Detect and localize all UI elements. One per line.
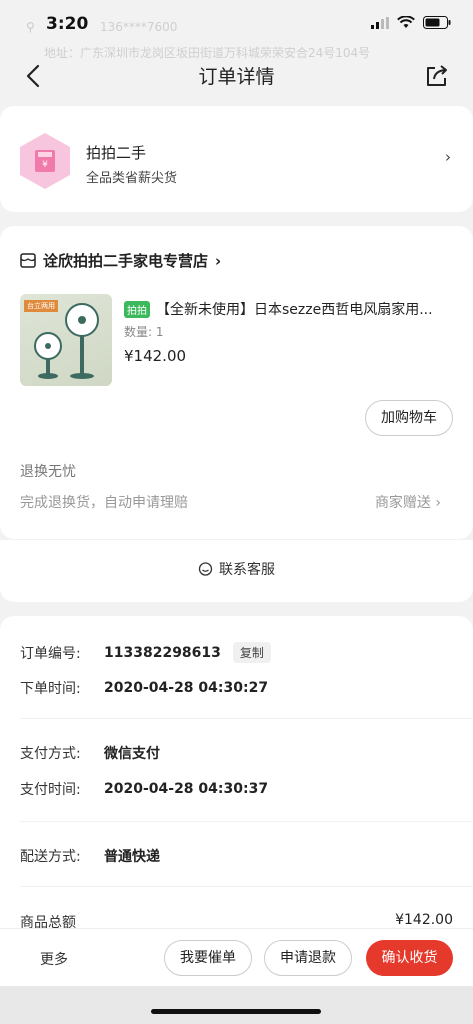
chat-icon: [198, 561, 213, 576]
paipai-logo-icon: ¥: [20, 133, 70, 189]
divider: [20, 718, 473, 719]
return-guarantee-desc: 完成退换货，自动申请理赔: [20, 495, 188, 511]
order-time-row: 下单时间: 2020-04-28 04:30:27: [20, 678, 268, 698]
order-info-card: 订单编号: 113382298613 复制 下单时间: 2020-04-28 0…: [0, 616, 473, 946]
order-number-label: 订单编号:: [20, 645, 81, 662]
pay-method-value: 微信支付: [104, 746, 160, 762]
bottom-action-bar: 更多 我要催单 申请退款 确认收货: [0, 928, 473, 986]
product-quantity: 数量: 1: [124, 325, 164, 339]
ghost-phone: 136****7600: [100, 20, 178, 34]
merchant-gift-link[interactable]: 商家赠送 ›: [375, 492, 441, 512]
shop-header[interactable]: 诠欣拍拍二手家电专营店 ›: [20, 250, 221, 271]
signal-icon: [371, 16, 389, 29]
delivery-row: 配送方式: 普通快递: [20, 846, 160, 866]
product-price: ¥142.00: [124, 347, 187, 365]
more-button[interactable]: 更多: [40, 949, 68, 969]
add-to-cart-button[interactable]: 加购物车: [365, 400, 453, 436]
order-number-row: 订单编号: 113382298613 复制: [20, 642, 271, 663]
promo-card[interactable]: ¥ 拍拍二手 全品类省薪尖货 ›: [0, 106, 473, 212]
order-number-value: 113382298613: [104, 644, 221, 661]
order-time-value: 2020-04-28 04:30:27: [104, 680, 269, 696]
status-icons: [371, 16, 451, 29]
home-bar: [0, 986, 473, 1024]
shop-card: 诠欣拍拍二手家电专营店 › 台立两用 拍拍 【全新未使用】日本sezze西哲电风…: [0, 226, 473, 539]
share-icon[interactable]: [423, 62, 451, 90]
product-image-label: 台立两用: [24, 300, 58, 312]
divider: [20, 886, 473, 887]
contact-service-label: 联系客服: [219, 562, 275, 578]
pay-method-row: 支付方式: 微信支付: [20, 743, 160, 763]
pay-time-label: 支付时间:: [20, 782, 81, 798]
refund-button[interactable]: 申请退款: [264, 940, 352, 976]
nav-bar: 地址：广东深圳市龙岗区坂田街道万科城荣荣安合24号104号 订单详情: [0, 46, 473, 102]
page-title: 订单详情: [198, 66, 275, 88]
promo-title: 拍拍二手: [86, 144, 147, 162]
home-indicator[interactable]: [151, 1009, 321, 1014]
product-title: 【全新未使用】日本sezze西哲电风扇家用...: [156, 302, 433, 318]
copy-button[interactable]: 复制: [232, 642, 271, 663]
contact-service-button[interactable]: 联系客服: [0, 559, 473, 579]
contact-service-row: 联系客服: [0, 540, 473, 602]
chevron-right-icon: ›: [445, 148, 451, 166]
product-title-row[interactable]: 拍拍 【全新未使用】日本sezze西哲电风扇家用...: [124, 299, 459, 319]
svg-text:¥: ¥: [42, 160, 48, 170]
status-time: 3:20: [46, 14, 89, 34]
delivery-value: 普通快递: [104, 849, 160, 865]
ghost-address: 地址：广东深圳市龙岗区坂田街道万科城荣荣安合24号104号: [44, 46, 371, 60]
location-icon: ⚲: [26, 20, 35, 34]
paipai-tag: 拍拍: [124, 300, 150, 318]
battery-icon: [423, 16, 451, 29]
chevron-right-icon: ›: [215, 251, 222, 270]
pay-time-row: 支付时间: 2020-04-28 04:30:37: [20, 779, 268, 799]
order-time-label: 下单时间:: [20, 681, 81, 697]
return-guarantee-title: 退换无忧: [20, 464, 76, 480]
promo-subtitle: 全品类省薪尖货: [86, 171, 178, 186]
store-icon: [20, 253, 36, 268]
pay-method-label: 支付方式:: [20, 746, 81, 762]
total-value: ¥142.00: [395, 912, 453, 928]
wifi-icon: [397, 16, 415, 28]
delivery-label: 配送方式:: [20, 849, 81, 865]
urge-order-button[interactable]: 我要催单: [164, 940, 252, 976]
pay-time-value: 2020-04-28 04:30:37: [104, 781, 269, 797]
shop-name: 诠欣拍拍二手家电专营店: [43, 252, 209, 270]
status-bar: ⚲ 3:20 136****7600: [0, 0, 473, 50]
confirm-receipt-button[interactable]: 确认收货: [366, 940, 453, 976]
product-image[interactable]: 台立两用: [20, 294, 112, 386]
divider: [20, 821, 473, 822]
